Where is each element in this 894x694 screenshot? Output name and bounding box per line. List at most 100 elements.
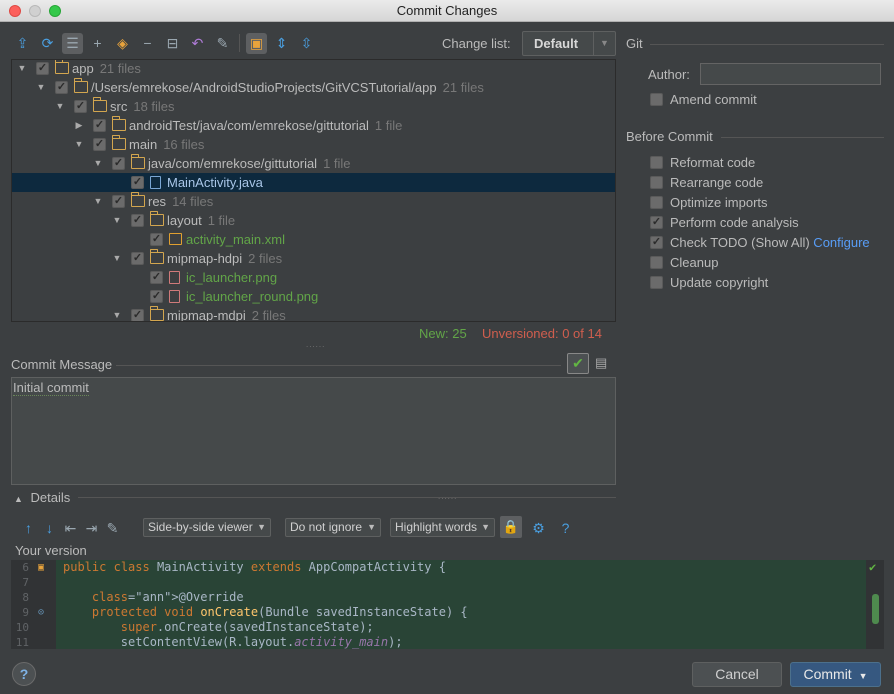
revert-icon[interactable]: ↶	[187, 33, 208, 54]
tree-item-name: res	[148, 194, 167, 209]
scrollbar[interactable]: ✔	[866, 560, 884, 649]
tree-row[interactable]: ▼ ✓ src 18 files	[12, 97, 615, 116]
next-file-icon[interactable]: ⇥	[81, 518, 102, 539]
include-checkbox[interactable]: ✓	[131, 176, 144, 189]
include-checkbox[interactable]: ✓	[93, 119, 106, 132]
lock-icon[interactable]: 🔒	[500, 516, 522, 538]
include-checkbox[interactable]: ✓	[55, 81, 68, 94]
tree-row[interactable]: ▼ ✓ mipmap-mdpi 2 files	[12, 306, 615, 321]
expanded-arrow-icon[interactable]: ▼	[35, 78, 47, 97]
checkbox[interactable]	[650, 256, 663, 269]
tree-row[interactable]: ✓ ic_launcher_round.png	[12, 287, 615, 306]
include-checkbox[interactable]: ✓	[112, 195, 125, 208]
tree-row[interactable]: ▼ ✓ layout 1 file	[12, 211, 615, 230]
previous-difference-icon[interactable]: ↑	[18, 518, 39, 539]
changelist-select[interactable]: Default ▼	[522, 31, 616, 56]
include-checkbox[interactable]: ✓	[36, 62, 49, 75]
checkbox[interactable]: ✓	[650, 236, 663, 249]
gear-icon[interactable]: ⚙	[528, 518, 549, 539]
tree-row[interactable]: ✓ ic_launcher.png	[12, 268, 615, 287]
option-label: Perform code analysis	[670, 214, 799, 232]
tree-row[interactable]: ✓ activity_main.xml	[12, 230, 615, 249]
layout-gutter-icon[interactable]: ▣	[38, 560, 44, 575]
highlight-select[interactable]: Highlight words ▼	[390, 518, 495, 537]
expanded-arrow-icon[interactable]: ▼	[92, 192, 104, 211]
include-checkbox[interactable]: ✓	[112, 157, 125, 170]
splitter-handle[interactable]: ......	[438, 492, 457, 501]
folder-icon	[92, 97, 107, 112]
tree-row[interactable]: ✓ MainActivity.java	[12, 173, 615, 192]
show-diff-icon[interactable]: ⇪	[12, 33, 33, 54]
tree-row[interactable]: ▼ ✓ java/com/emrekose/gittutorial 1 file	[12, 154, 615, 173]
minimize-window-button[interactable]	[29, 5, 41, 17]
zoom-window-button[interactable]	[49, 5, 61, 17]
ignore-select[interactable]: Do not ignore ▼	[285, 518, 381, 537]
collapsed-arrow-icon[interactable]: ▶	[73, 116, 85, 135]
add-icon[interactable]: +	[87, 33, 108, 54]
help-button[interactable]: ?	[12, 662, 36, 686]
viewer-select[interactable]: Side-by-side viewer ▼	[143, 518, 271, 537]
changes-tree: ▼ ✓ app 21 files ▼ ✓ /Users/emrekose/AndroidSt…	[11, 59, 616, 322]
include-checkbox[interactable]: ✓	[150, 290, 163, 303]
expand-all-icon[interactable]: ⇕	[271, 33, 292, 54]
tree-item-name: MainActivity.java	[167, 175, 263, 190]
tree-row[interactable]: ▼ ✓ app 21 files	[12, 60, 615, 78]
expanded-arrow-icon[interactable]: ▼	[16, 60, 28, 78]
cancel-button[interactable]: Cancel	[692, 662, 782, 687]
tree-row[interactable]: ▼ ✓ /Users/emrekose/AndroidStudioProjects/…	[12, 78, 615, 97]
remove-icon[interactable]: −	[137, 33, 158, 54]
checkbox[interactable]	[650, 176, 663, 189]
checkbox[interactable]	[650, 156, 663, 169]
commit-button[interactable]: Commit ▼	[790, 662, 881, 687]
include-checkbox[interactable]: ✓	[150, 271, 163, 284]
commit-history-icon[interactable]: ▤	[595, 355, 607, 371]
include-checkbox[interactable]: ✓	[131, 214, 144, 227]
checkbox[interactable]	[650, 196, 663, 209]
tree-row[interactable]: ▶ ✓ androidTest/java/com/emrekose/gittutor…	[12, 116, 615, 135]
refresh-icon[interactable]: ⟳	[37, 33, 58, 54]
expanded-arrow-icon[interactable]: ▼	[54, 97, 66, 116]
include-checkbox[interactable]: ✓	[93, 138, 106, 151]
details-toggle[interactable]: ▲ Details	[14, 490, 70, 505]
expanded-arrow-icon[interactable]: ▼	[111, 211, 123, 230]
group-icon[interactable]: ⊟	[162, 33, 183, 54]
expanded-arrow-icon[interactable]: ▼	[73, 135, 85, 154]
amend-commit-label: Amend commit	[670, 92, 757, 107]
configure-link[interactable]: Configure	[810, 235, 869, 250]
checkbox[interactable]	[650, 276, 663, 289]
include-checkbox[interactable]: ✓	[74, 100, 87, 113]
expanded-arrow-icon[interactable]: ▼	[92, 154, 104, 173]
include-checkbox[interactable]: ✓	[131, 309, 144, 321]
checkbox[interactable]	[650, 93, 663, 106]
diff-editor[interactable]: 6 public class MainActivity extends AppCo…	[11, 560, 884, 649]
close-window-button[interactable]	[9, 5, 21, 17]
author-input[interactable]	[700, 63, 881, 85]
unversioned-link[interactable]: Unversioned: 0 of 14	[482, 326, 602, 342]
expanded-arrow-icon[interactable]: ▼	[111, 306, 123, 321]
group-by-icon[interactable]: ☰	[62, 32, 83, 54]
spellcheck-icon[interactable]: ✔	[567, 353, 589, 374]
tree-row[interactable]: ▼ ✓ main 16 files	[12, 135, 615, 154]
move-to-changelist-icon[interactable]: ◈	[112, 33, 133, 54]
show-directories-icon[interactable]: ▣	[246, 32, 267, 54]
edit-source-icon[interactable]: ✎	[212, 33, 233, 54]
edit-source-icon[interactable]: ✎	[102, 518, 123, 539]
override-gutter-icon[interactable]: ⊙	[38, 605, 44, 620]
line-number: 11	[15, 636, 29, 649]
collapse-all-icon[interactable]: ⇳	[296, 33, 317, 54]
include-checkbox[interactable]: ✓	[150, 233, 163, 246]
checkbox[interactable]: ✓	[650, 216, 663, 229]
line-number: 8	[22, 591, 29, 604]
previous-file-icon[interactable]: ⇤	[60, 518, 81, 539]
expanded-arrow-icon[interactable]: ▼	[111, 249, 123, 268]
commit-message-input[interactable]: Initial commit	[11, 377, 616, 485]
java-file-icon	[150, 176, 161, 189]
next-difference-icon[interactable]: ↓	[39, 518, 60, 539]
include-checkbox[interactable]: ✓	[131, 252, 144, 265]
tree-row[interactable]: ▼ ✓ res 14 files	[12, 192, 615, 211]
splitter-handle[interactable]: ......	[306, 340, 325, 349]
tree-row[interactable]: ▼ ✓ mipmap-hdpi 2 files	[12, 249, 615, 268]
tree-row-label: layout 1 file	[167, 211, 235, 230]
scrollbar-thumb[interactable]	[872, 594, 879, 624]
help-icon[interactable]: ?	[555, 518, 576, 539]
